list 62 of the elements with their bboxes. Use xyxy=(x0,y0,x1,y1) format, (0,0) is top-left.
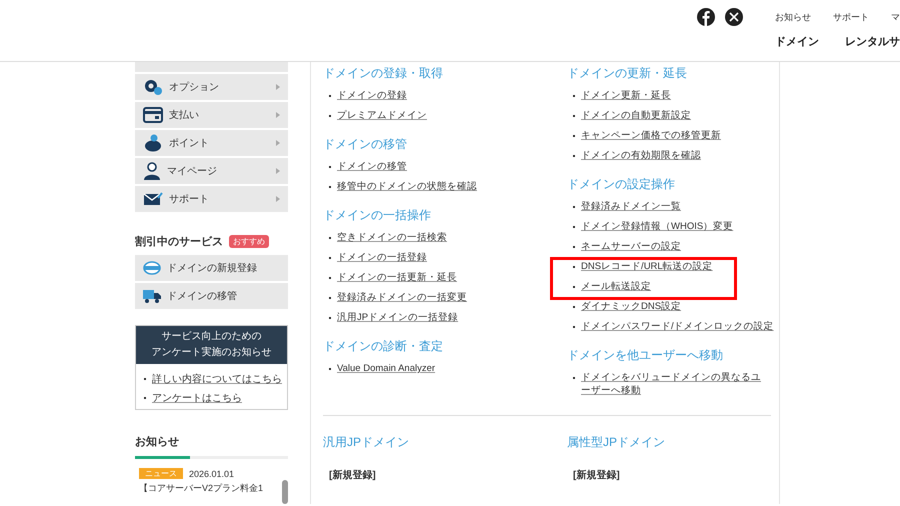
sidebar-menu-item[interactable]: マイページ xyxy=(135,158,288,186)
link[interactable]: ドメイン登録情報（WHOIS）変更 xyxy=(581,220,734,233)
scrollbar-thumb[interactable] xyxy=(282,480,288,504)
header-link[interactable]: マ xyxy=(891,10,900,24)
header-link[interactable]: お知らせ xyxy=(775,10,811,24)
nav-link[interactable]: レンタルサ xyxy=(845,34,900,49)
survey-heading-line: アンケート実施のお知らせ xyxy=(150,346,272,360)
sidebar-menu-item[interactable]: ドメインの移管 xyxy=(135,283,288,311)
link[interactable]: ドメインパスワード/ドメインロックの設定 xyxy=(581,320,774,333)
survey-heading-line: サービス向上のための xyxy=(160,330,262,344)
link[interactable]: ドメインの移管 xyxy=(337,160,407,173)
facebook-icon[interactable] xyxy=(697,8,715,26)
link[interactable]: DNSレコード/URL転送の設定 xyxy=(581,260,713,273)
link[interactable]: 移管中のドメインの状態を確認 xyxy=(337,180,477,193)
link[interactable]: ネームサーバーの設定 xyxy=(581,240,681,253)
sidebar-menu-item[interactable]: ドメインの新規登録 xyxy=(135,255,288,283)
link[interactable]: 空きドメインの一括検索 xyxy=(337,231,447,244)
news-title[interactable]: 【コアサーバーV2プラン料金1 xyxy=(139,482,278,495)
recommend-badge: おすすめ xyxy=(229,235,269,248)
link[interactable]: 登録済みドメイン一覧 xyxy=(581,200,681,213)
nav-link[interactable]: ドメイン xyxy=(775,34,819,49)
link[interactable]: キャンペーン価格での移管更新 xyxy=(581,129,721,142)
news-heading: お知らせ xyxy=(135,435,180,450)
section-heading: ドメインの設定操作 xyxy=(567,176,676,192)
sidebar-menu-item[interactable]: サポート xyxy=(135,186,288,214)
sidebar-menu-item[interactable]: オプション xyxy=(135,74,288,102)
link[interactable]: ダイナミックDNS設定 xyxy=(581,300,682,313)
person-icon xyxy=(143,162,161,180)
link[interactable]: Value Domain Analyzer xyxy=(337,362,436,375)
section-heading: ドメインの登録・取得 xyxy=(323,65,444,81)
section-heading: ドメインの移管 xyxy=(323,136,408,152)
link[interactable]: ドメインの一括登録 xyxy=(337,251,427,264)
sidebar-menu-item[interactable]: 支払い xyxy=(135,102,288,130)
x-logo-icon[interactable] xyxy=(725,8,743,26)
section-heading: 属性型JPドメイン xyxy=(567,434,666,450)
subheading: [新規登録] xyxy=(329,468,377,482)
truck-icon xyxy=(143,289,161,303)
link[interactable]: ドメインをバリュードメインの異なるユーザーへ移動 xyxy=(581,371,767,397)
sidebar-menu-item[interactable]: ポイント xyxy=(135,130,288,158)
link[interactable]: ドメインの自動更新設定 xyxy=(581,109,691,122)
link[interactable]: ドメインの一括更新・延長 xyxy=(337,271,457,284)
link[interactable]: プレミアムドメイン xyxy=(337,109,427,122)
link[interactable]: 汎用JPドメインの一括登録 xyxy=(337,311,458,324)
section-heading: ドメインを他ユーザーへ移動 xyxy=(567,347,724,363)
link[interactable]: ドメイン更新・延長 xyxy=(581,89,671,102)
link[interactable]: 詳しい内容についてはこちら xyxy=(152,372,282,386)
card-icon xyxy=(143,107,163,123)
link[interactable]: 登録済みドメインの一括変更 xyxy=(337,291,467,304)
envelope-icon xyxy=(143,192,163,206)
section-heading: ドメインの一括操作 xyxy=(323,207,432,223)
header-link[interactable]: サポート xyxy=(833,10,869,24)
link[interactable]: メール転送設定 xyxy=(581,280,651,293)
link[interactable]: ドメインの有効期限を確認 xyxy=(581,149,701,162)
section-heading: 割引中のサービス xyxy=(135,234,223,249)
section-heading: 汎用JPドメイン xyxy=(323,434,410,450)
news-tag: ニュース xyxy=(139,468,183,479)
section-heading: ドメインの診断・査定 xyxy=(323,338,444,354)
subheading: [新規登録] xyxy=(573,468,621,482)
section-heading: ドメインの更新・延長 xyxy=(567,65,688,81)
link[interactable]: アンケートはこちら xyxy=(152,391,242,405)
news-date: 2026.01.01 xyxy=(189,468,234,478)
link[interactable]: ドメインの登録 xyxy=(337,89,407,102)
